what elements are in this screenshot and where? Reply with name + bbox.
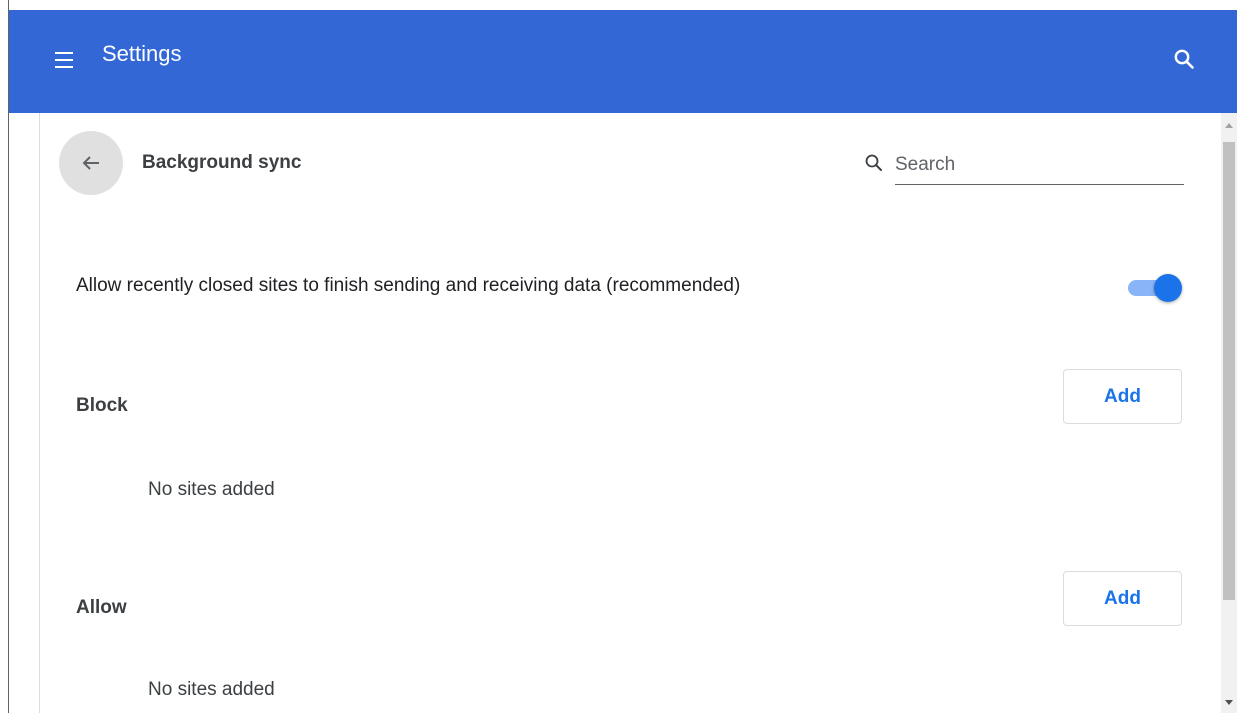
allow-empty-text: No sites added: [148, 679, 275, 700]
search-field[interactable]: [862, 148, 1184, 185]
background-sync-toggle[interactable]: [1126, 273, 1184, 302]
arrow-back-icon: [82, 156, 99, 170]
block-add-button[interactable]: Add: [1063, 369, 1182, 424]
hamburger-menu-icon[interactable]: [46, 42, 82, 78]
settings-content-panel: [39, 113, 1222, 713]
scroll-down-arrow-icon[interactable]: [1225, 700, 1233, 705]
back-button[interactable]: [59, 131, 123, 195]
scrollbar-thumb[interactable]: [1223, 142, 1235, 600]
search-field-icon: [862, 151, 886, 175]
block-section-heading: Block: [76, 395, 128, 416]
top-app-bar: [9, 10, 1237, 113]
vertical-scrollbar[interactable]: [1221, 113, 1237, 713]
search-input[interactable]: [895, 148, 1184, 185]
toggle-knob: [1154, 274, 1182, 302]
block-empty-text: No sites added: [148, 479, 275, 500]
search-icon[interactable]: [1166, 42, 1202, 78]
allow-section-heading: Allow: [76, 597, 127, 618]
allow-add-button[interactable]: Add: [1063, 571, 1182, 626]
background-sync-setting-label: Allow recently closed sites to finish se…: [76, 275, 741, 296]
page-title: Background sync: [142, 152, 302, 173]
settings-window: Settings Background sync Allow recently …: [0, 0, 1237, 713]
scroll-up-arrow-icon[interactable]: [1225, 123, 1233, 128]
app-title: Settings: [102, 41, 182, 66]
